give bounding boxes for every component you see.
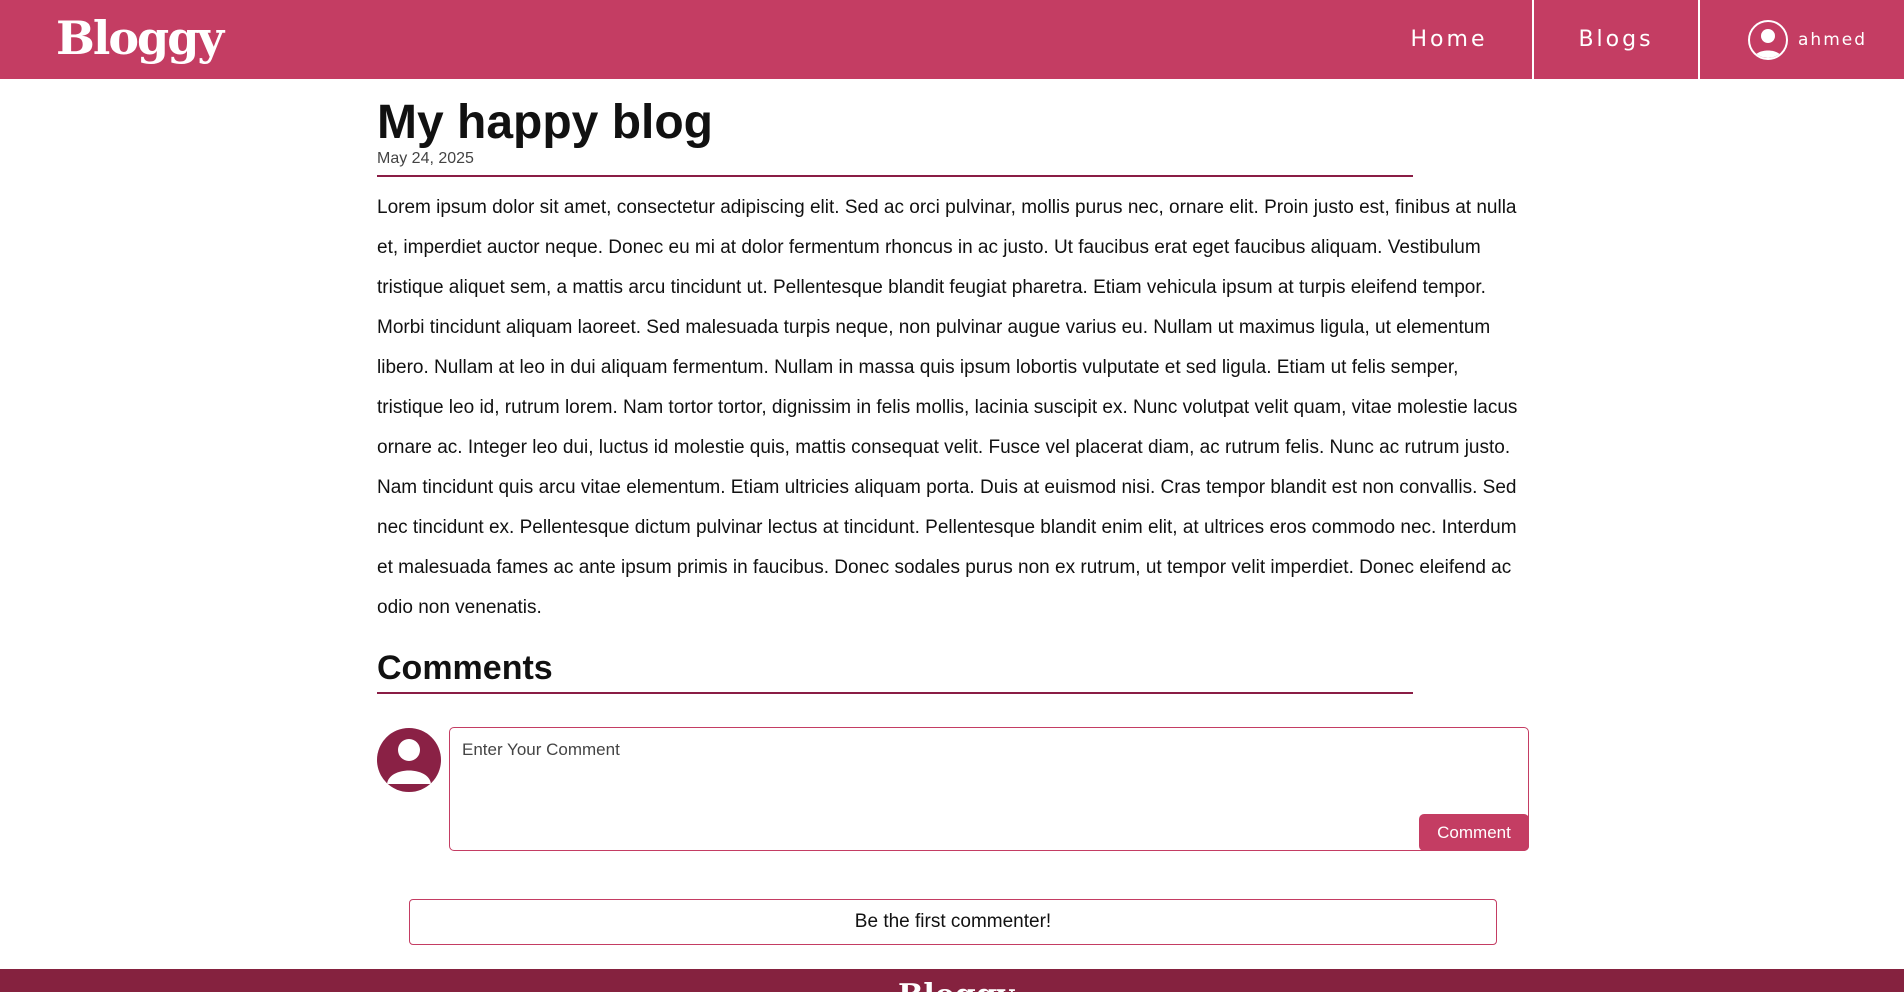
nav-blogs-link[interactable]: Blogs [1532,0,1698,79]
main-nav: Home Blogs ahmed [1366,0,1904,79]
user-menu[interactable]: ahmed [1698,0,1904,79]
comments-heading: Comments [377,649,553,687]
title-divider [377,175,1413,177]
no-comments-notice: Be the first commenter! [409,899,1497,945]
post-title: My happy blog [377,96,713,149]
user-avatar-icon [1748,19,1788,60]
commenter-avatar-icon [377,728,441,792]
top-navbar: Bloggy Home Blogs ahmed [0,0,1904,79]
footer-brand-logo: Bloggy [898,981,1014,992]
brand-logo[interactable]: Bloggy [56,10,224,66]
post-body: Lorem ipsum dolor sit amet, consectetur … [377,197,1518,618]
comment-submit-button[interactable]: Comment [1419,814,1529,851]
user-name: ahmed [1798,29,1868,50]
nav-home-link[interactable]: Home [1366,0,1532,79]
comments-divider [377,692,1413,694]
comment-form: Comment [449,727,1529,851]
post-date: May 24, 2025 [377,150,474,167]
footer: Bloggy [0,969,1904,992]
comment-input[interactable] [450,728,1528,850]
